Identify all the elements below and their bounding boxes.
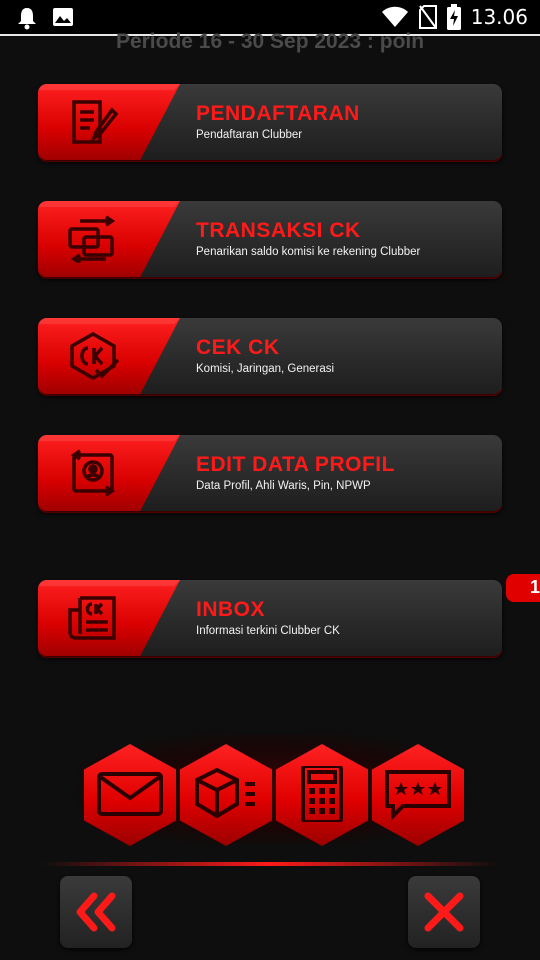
- inbox-newspaper-icon: [68, 596, 116, 640]
- menu-item-cek-ck[interactable]: CEK CK Komisi, Jaringan, Generasi: [38, 318, 502, 394]
- back-button[interactable]: [60, 876, 132, 948]
- image-icon: [53, 8, 73, 26]
- divider-line: [40, 862, 500, 866]
- menu-item-transaksi-ck[interactable]: TRANSAKSI CK Penarikan saldo komisi ke r…: [38, 201, 502, 277]
- menu-item-pendaftaran[interactable]: PENDAFTARAN Pendaftaran Clubber: [38, 84, 502, 160]
- menu-subtitle: Komisi, Jaringan, Generasi: [196, 363, 335, 375]
- notification-bell-icon: [18, 8, 36, 30]
- double-chevron-left-icon: [76, 892, 116, 932]
- menu-item-edit-data-profil[interactable]: EDIT DATA PROFIL Data Profil, Ahli Waris…: [38, 435, 502, 511]
- ck-check-icon: [70, 332, 120, 380]
- menu-item-inbox[interactable]: INBOX Informasi terkini Clubber CK: [38, 580, 502, 656]
- clock: 13.06: [470, 5, 528, 29]
- edit-profile-icon: [70, 449, 116, 497]
- menu-title: CEK CK: [196, 336, 280, 359]
- menu-title: INBOX: [196, 598, 266, 621]
- registration-form-icon: [72, 100, 119, 144]
- menu-title: EDIT DATA PROFIL: [196, 453, 395, 476]
- mail-icon: [97, 772, 163, 816]
- password-icon: [385, 770, 451, 821]
- menu-title: TRANSAKSI CK: [196, 219, 361, 242]
- menu-subtitle: Informasi terkini Clubber CK: [196, 625, 340, 637]
- menu-subtitle: Pendaftaran Clubber: [196, 129, 303, 141]
- menu-subtitle: Penarikan saldo komisi ke rekening Clubb…: [196, 246, 421, 258]
- inbox-count-badge[interactable]: 1: [506, 574, 540, 602]
- menu-title: PENDAFTARAN: [196, 102, 360, 125]
- money-transfer-icon: [68, 215, 116, 263]
- menu-subtitle: Data Profil, Ahli Waris, Pin, NPWP: [196, 480, 371, 492]
- wifi-icon: [381, 6, 408, 27]
- product-box-icon: [195, 767, 255, 819]
- battery-charging-icon: [446, 4, 461, 30]
- period-label: Periode 16 - 30 Sep 2023 : poin: [115, 30, 425, 53]
- close-button[interactable]: [408, 876, 480, 948]
- close-icon: [424, 892, 464, 932]
- calculator-icon: [301, 766, 343, 822]
- no-sim-icon: [418, 5, 437, 29]
